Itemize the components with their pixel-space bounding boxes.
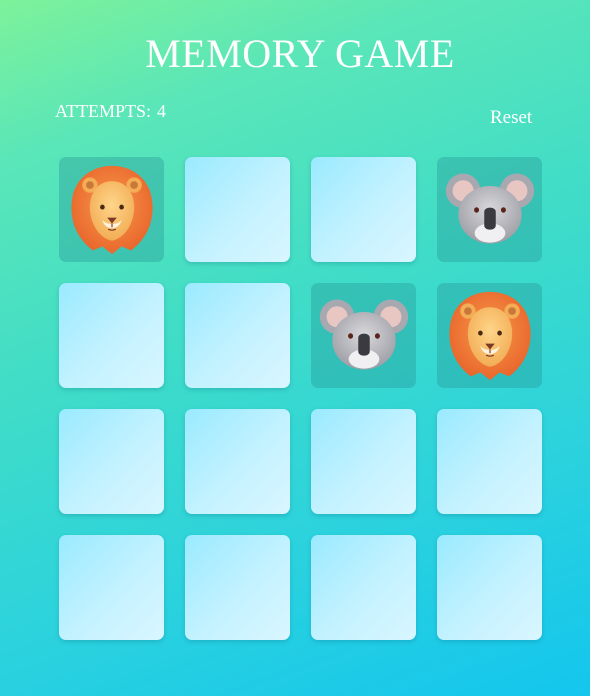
attempts-value: 4 — [157, 101, 167, 121]
card-revealed-koala[interactable] — [437, 157, 542, 262]
card-board — [59, 157, 542, 640]
card-hidden[interactable] — [311, 535, 416, 640]
attempts-label: ATTEMPTS: — [55, 101, 152, 121]
card-hidden[interactable] — [437, 409, 542, 514]
card-hidden[interactable] — [59, 535, 164, 640]
card-revealed-koala[interactable] — [311, 283, 416, 388]
lion-icon — [70, 165, 153, 254]
game-title: MEMORY GAME — [145, 31, 455, 76]
card-hidden[interactable] — [437, 535, 542, 640]
card-hidden[interactable] — [185, 409, 290, 514]
koala-icon — [319, 299, 408, 370]
card-revealed-lion[interactable] — [59, 157, 164, 262]
lion-icon — [448, 291, 531, 380]
card-hidden[interactable] — [185, 283, 290, 388]
card-hidden[interactable] — [311, 157, 416, 262]
card-revealed-lion[interactable] — [437, 283, 542, 388]
card-hidden[interactable] — [311, 409, 416, 514]
card-hidden[interactable] — [185, 157, 290, 262]
card-hidden[interactable] — [59, 283, 164, 388]
card-hidden[interactable] — [185, 535, 290, 640]
reset-button[interactable]: Reset — [490, 107, 532, 129]
card-hidden[interactable] — [59, 409, 164, 514]
koala-icon — [445, 173, 534, 244]
attempts-counter: ATTEMPTS: 4 — [55, 101, 166, 122]
